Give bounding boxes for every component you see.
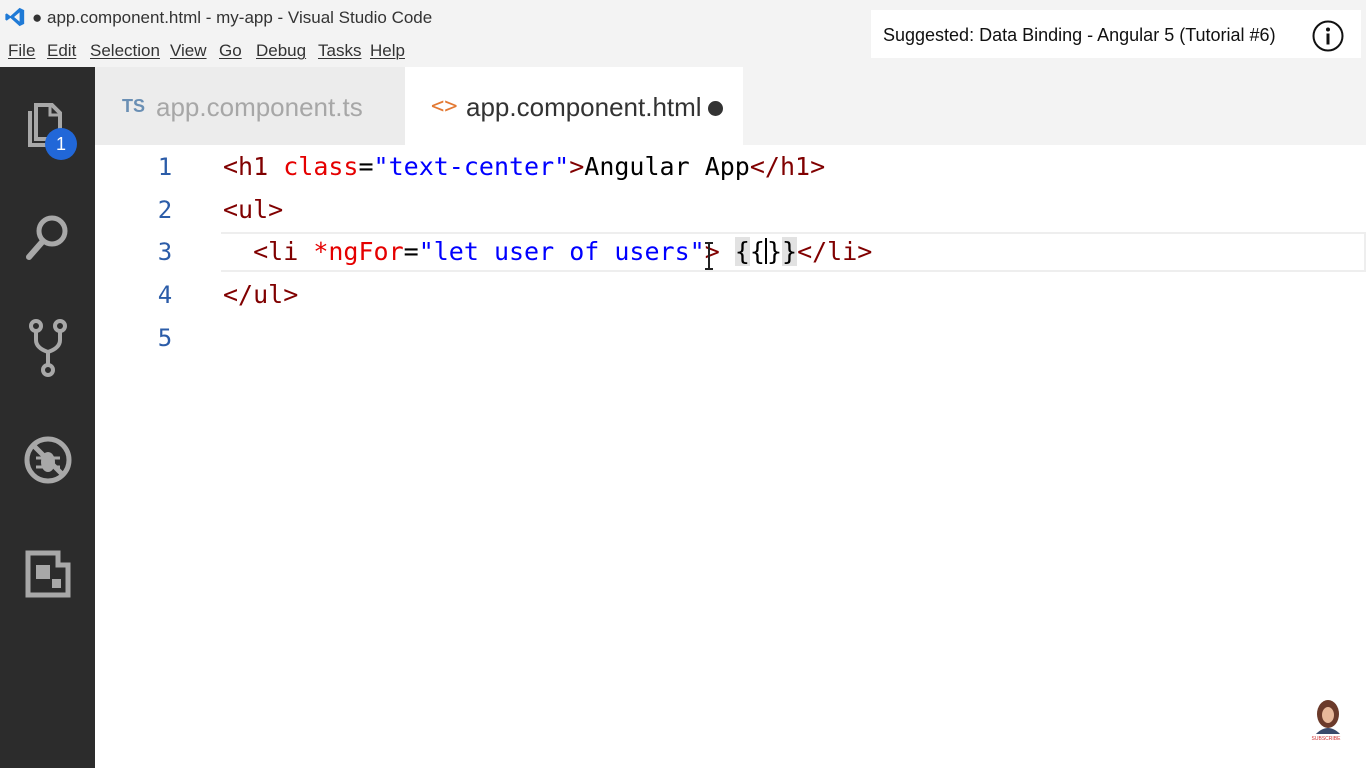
source-control-icon[interactable] <box>22 318 74 378</box>
debug-icon[interactable] <box>22 430 74 490</box>
code-token: = <box>403 237 419 266</box>
window-title: ● app.component.html - my-app - Visual S… <box>32 8 433 27</box>
code-token: } <box>766 237 782 266</box>
tab-app-component-html[interactable]: <> app.component.html <box>405 67 743 145</box>
code-token: *ngFor <box>313 237 404 266</box>
activity-bar <box>0 67 95 768</box>
menu-view[interactable]: View <box>170 41 207 61</box>
unsaved-changes-dot-icon[interactable] <box>708 101 723 116</box>
code-line[interactable]: <ul> <box>223 195 283 224</box>
search-icon[interactable] <box>22 205 74 265</box>
explorer-badge: 1 <box>45 128 77 160</box>
code-line[interactable]: <h1 class="text-center">Angular App</h1> <box>223 152 825 181</box>
extensions-icon[interactable] <box>22 543 74 603</box>
text-cursor-ibeam-icon <box>705 242 713 270</box>
menu-edit[interactable]: Edit <box>47 41 76 61</box>
code-editor[interactable]: 1 2 3 4 5 <h1 class="text-center">Angula… <box>95 145 1366 768</box>
subscribe-label: SUBSCRIBE <box>1312 736 1342 742</box>
line-number: 2 <box>157 196 173 224</box>
menu-tasks[interactable]: Tasks <box>318 41 361 61</box>
code-token: { <box>734 237 750 266</box>
subscribe-watermark-icon[interactable]: SUBSCRIBE <box>1306 698 1346 742</box>
code-token: <h1 <box>223 152 269 181</box>
code-token: </h1> <box>749 152 826 181</box>
line-number: 1 <box>157 153 173 181</box>
code-line[interactable]: <li *ngFor="let user of users"> {{}}</li… <box>223 237 872 266</box>
line-number: 5 <box>157 324 173 352</box>
code-token: > <box>569 152 585 181</box>
code-token: class <box>283 152 359 181</box>
code-token: <li <box>253 237 299 266</box>
tab-label: app.component.ts <box>156 92 363 122</box>
typescript-file-icon: TS <box>122 96 146 116</box>
line-number: 3 <box>157 238 173 266</box>
menu-go[interactable]: Go <box>219 41 242 61</box>
code-token: Angular App <box>584 152 750 181</box>
menu-help[interactable]: Help <box>370 41 405 61</box>
suggested-video-card[interactable]: Suggested: Data Binding - Angular 5 (Tut… <box>871 10 1361 58</box>
tab-app-component-ts[interactable]: TS app.component.ts <box>95 67 405 145</box>
code-token: "text-center" <box>373 152 570 181</box>
info-icon[interactable] <box>1312 20 1344 52</box>
menu-file[interactable]: File <box>8 41 35 61</box>
vscode-logo-icon <box>5 7 25 27</box>
code-token: <ul> <box>223 195 284 224</box>
code-line[interactable]: </ul> <box>223 280 298 309</box>
line-number: 4 <box>157 281 173 309</box>
tab-label: app.component.html <box>466 92 702 122</box>
suggested-video-title[interactable]: Suggested: Data Binding - Angular 5 (Tut… <box>883 25 1276 46</box>
code-token: "let user of users" <box>418 237 705 266</box>
code-token: = <box>358 152 374 181</box>
code-token: </li> <box>797 237 873 266</box>
code-token: </ul> <box>223 280 299 309</box>
tab-bar: TS app.component.ts <> app.component.htm… <box>95 67 1366 145</box>
code-token: } <box>782 237 798 266</box>
code-token: { <box>749 237 765 266</box>
menu-selection[interactable]: Selection <box>90 41 160 61</box>
menu-debug[interactable]: Debug <box>256 41 306 61</box>
html-file-icon: <> <box>431 94 458 119</box>
